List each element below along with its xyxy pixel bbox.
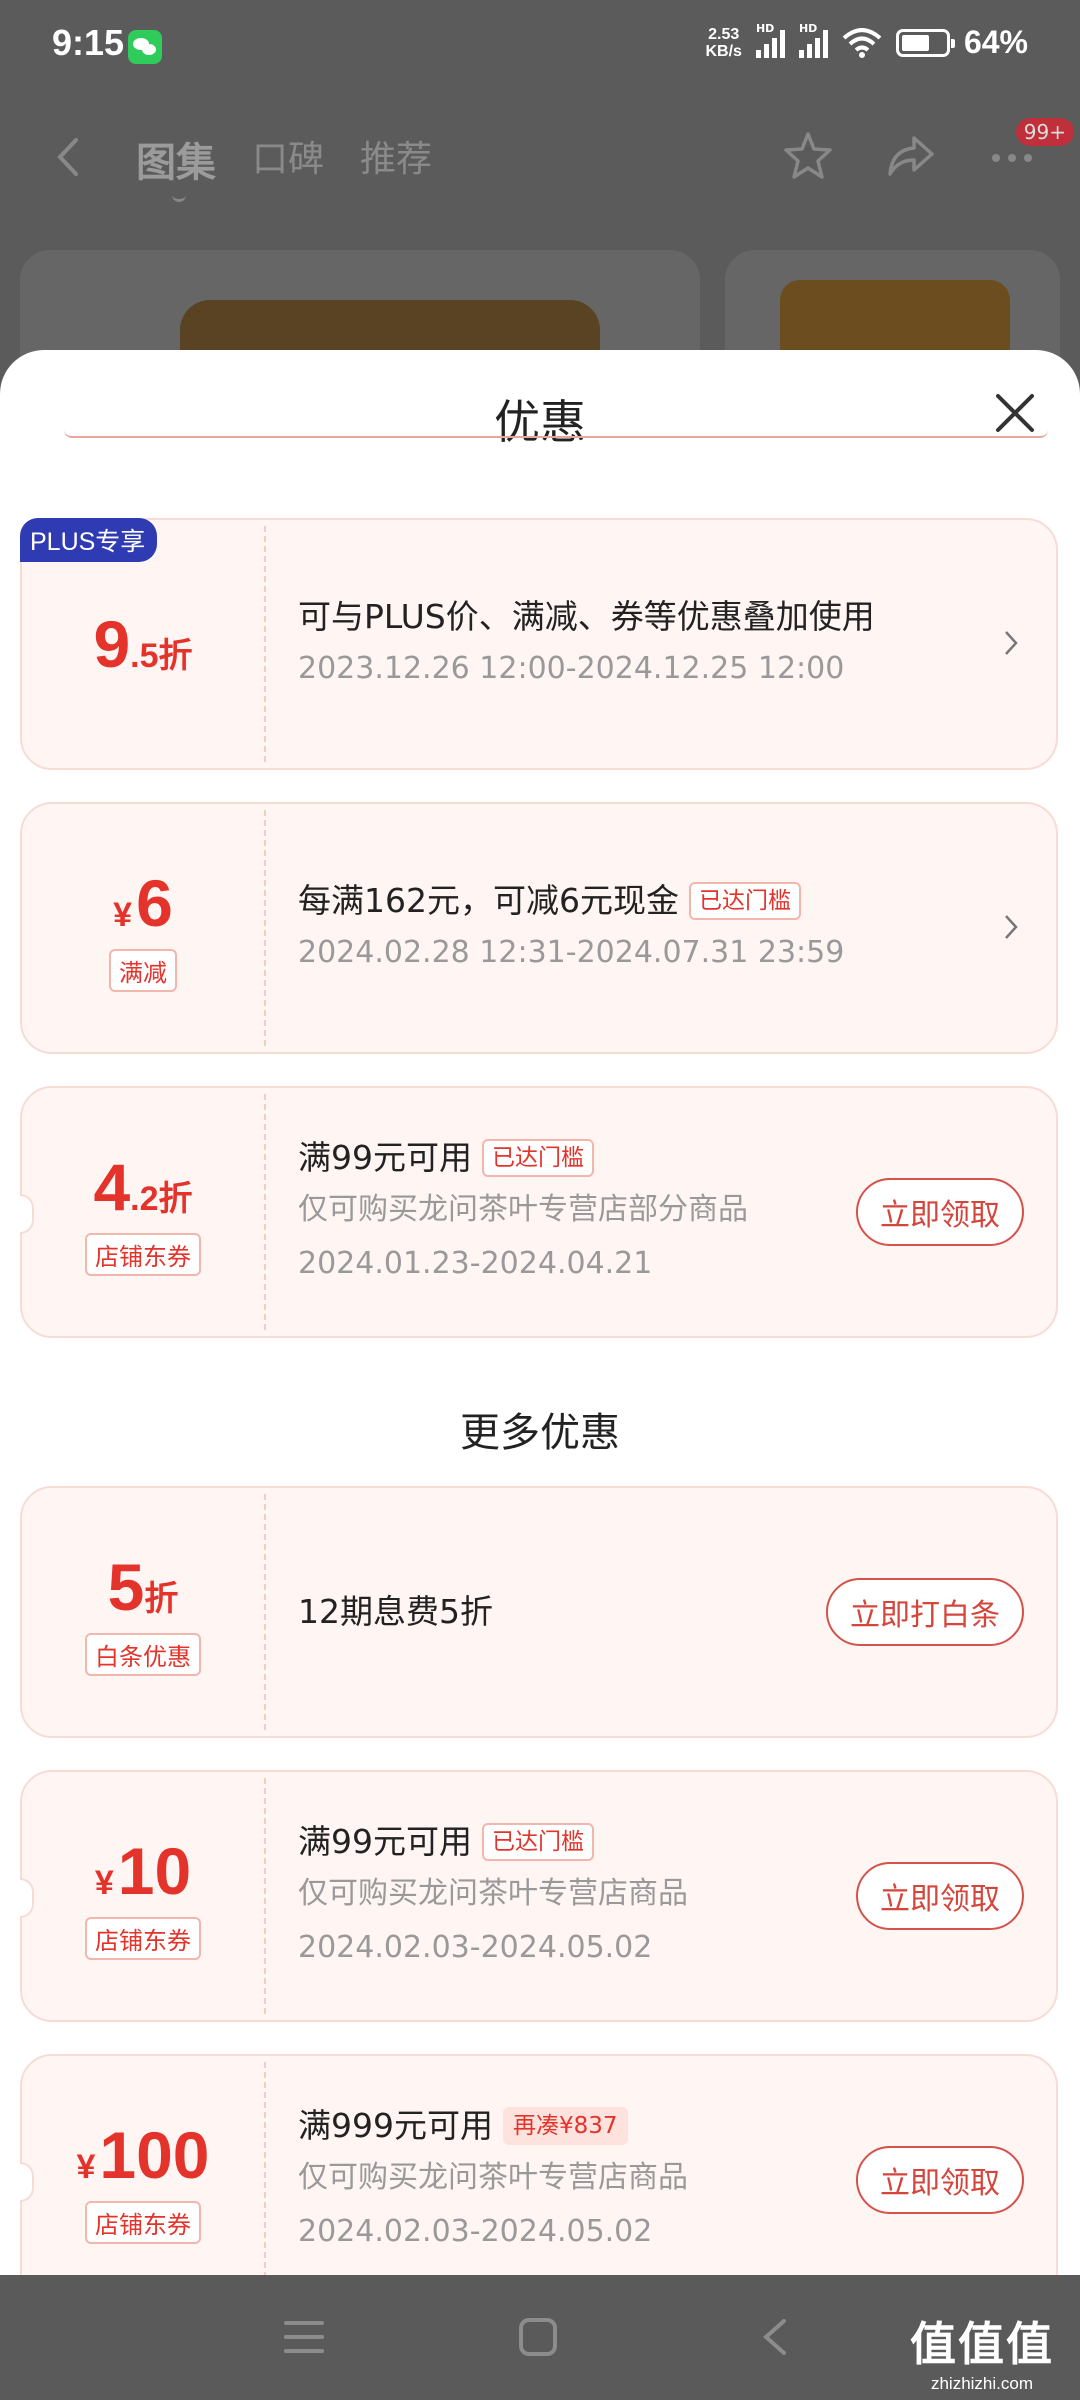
offer-type-tag: 白条优惠 bbox=[85, 1632, 201, 1676]
offer-desc: 仅可购买龙问茶叶专营店部分商品 bbox=[298, 1192, 748, 1227]
offer-value-big: 5 bbox=[107, 1549, 145, 1624]
offer-content: 12期息费5折 bbox=[298, 1488, 816, 1736]
net-speed-value: 2.53 bbox=[708, 25, 740, 43]
status-badge: 已达门槛 bbox=[688, 882, 801, 920]
home-icon[interactable] bbox=[518, 2317, 558, 2357]
currency-symbol: ¥ bbox=[76, 2147, 96, 2186]
offer-type-tag: 店铺东券 bbox=[85, 1916, 201, 1960]
offer-value: 9 .5折 bbox=[22, 520, 264, 768]
offer-content: 可与PLUS价、满减、券等优惠叠加使用 2023.12.26 12:00-202… bbox=[298, 520, 936, 768]
offer-type-tag: 店铺东券 bbox=[85, 2200, 201, 2244]
wifi-icon bbox=[842, 27, 882, 58]
offer-date: 2024.01.23-2024.04.21 bbox=[298, 1246, 653, 1281]
battery-percent: 64% bbox=[963, 24, 1028, 60]
tab-gallery[interactable]: 图集 bbox=[136, 130, 216, 202]
offer-date: 2023.12.26 12:00-2024.12.25 12:00 bbox=[298, 651, 845, 686]
offer-value-small: .2折 bbox=[130, 1179, 193, 1218]
offer-value-big: 6 bbox=[136, 865, 173, 940]
offer-value-small: .5折 bbox=[130, 637, 193, 675]
discount-sheet: 优惠 PLUS专享 9 .5折 可与PLUS价、满减、券等优惠叠加使用 2023… bbox=[0, 350, 1080, 2275]
net-speed: 2.53 KB/s bbox=[706, 26, 742, 60]
tab-recommend[interactable]: 推荐 bbox=[360, 130, 432, 188]
scroll-edge bbox=[64, 430, 1048, 438]
offer-desc: 仅可购买龙问茶叶专营店商品 bbox=[298, 2160, 688, 2195]
status-badge: 再凑¥837 bbox=[503, 2107, 628, 2145]
sheet-title: 优惠 bbox=[494, 395, 586, 449]
signal-icon: HD bbox=[755, 22, 785, 58]
currency-symbol: ¥ bbox=[113, 895, 133, 934]
more-badge: 99+ bbox=[1015, 118, 1074, 146]
net-speed-unit: KB/s bbox=[705, 42, 742, 60]
offer-value-big: 4 bbox=[93, 1149, 131, 1224]
offer-value: 4 .2折 店铺东券 bbox=[22, 1088, 264, 1336]
offer-value-big: 9 bbox=[93, 607, 131, 681]
back-icon[interactable] bbox=[48, 132, 88, 182]
status-badge: 已达门槛 bbox=[482, 1823, 594, 1861]
offer-value: ¥ 100 店铺东券 bbox=[22, 2056, 264, 2275]
offer-value: ¥ 6 满减 bbox=[22, 804, 264, 1052]
claim-button[interactable]: 立即领取 bbox=[856, 1178, 1024, 1246]
offer-content: 满99元可用 已达门槛 仅可购买龙问茶叶专营店部分商品 2024.01.23-2… bbox=[298, 1088, 856, 1336]
more-offers-title: 更多优惠 bbox=[460, 1410, 620, 1456]
offer-card-coupon-100[interactable]: ¥ 100 店铺东券 满999元可用 再凑¥837 仅可购买龙问茶叶专营店商品 … bbox=[20, 2054, 1058, 2275]
back-nav-icon[interactable] bbox=[760, 2317, 790, 2357]
offer-content: 满999元可用 再凑¥837 仅可购买龙问茶叶专营店商品 2024.02.03-… bbox=[298, 2056, 856, 2275]
app-header: 图集 口碑 推荐 99+ bbox=[0, 110, 1080, 210]
signal-hd-label: HD bbox=[755, 21, 775, 35]
currency-symbol: ¥ bbox=[94, 1863, 114, 1902]
header-tabs: 图集 口碑 推荐 bbox=[136, 130, 432, 202]
offer-text: 满99元可用 bbox=[298, 1138, 472, 1177]
offer-value-small: 折 bbox=[144, 1579, 179, 1618]
offer-value-big: 10 bbox=[117, 1833, 192, 1908]
wechat-icon bbox=[128, 30, 162, 64]
signal-hd-label-2: HD bbox=[798, 21, 818, 35]
offer-text: 可与PLUS价、满减、券等优惠叠加使用 bbox=[298, 597, 875, 636]
offer-desc: 仅可购买龙问茶叶专营店商品 bbox=[298, 1876, 688, 1911]
watermark-logo: 值值值 zhizhizhi.com bbox=[910, 2308, 1054, 2394]
offer-card-coupon-10[interactable]: ¥ 10 店铺东券 满99元可用 已达门槛 仅可购买龙问茶叶专营店商品 2024… bbox=[20, 1770, 1058, 2022]
header-actions bbox=[780, 128, 1040, 184]
offer-content: 每满162元，可减6元现金 已达门槛 2024.02.28 12:31-2024… bbox=[298, 804, 936, 1052]
offer-date: 2024.02.03-2024.05.02 bbox=[298, 2214, 653, 2249]
watermark-url: zhizhizhi.com bbox=[930, 2374, 1034, 2393]
offer-type-tag: 满减 bbox=[109, 948, 177, 992]
menu-icon[interactable] bbox=[282, 2317, 326, 2357]
status-badge: 已达门槛 bbox=[482, 1139, 594, 1177]
status-time: 9:15 bbox=[52, 22, 125, 63]
offer-card-baitiao[interactable]: 5 折 白条优惠 12期息费5折 立即打白条 bbox=[20, 1486, 1058, 1738]
claim-button[interactable]: 立即领取 bbox=[856, 2146, 1024, 2214]
chevron-right-icon[interactable] bbox=[1004, 630, 1018, 656]
offer-text: 每满162元，可减6元现金 bbox=[298, 881, 679, 920]
offer-card-plus[interactable]: PLUS专享 9 .5折 可与PLUS价、满减、券等优惠叠加使用 2023.12… bbox=[20, 518, 1058, 770]
offer-date: 2024.02.28 12:31-2024.07.31 23:59 bbox=[298, 935, 845, 970]
share-icon[interactable] bbox=[882, 128, 938, 184]
offer-text: 12期息费5折 bbox=[298, 1592, 493, 1631]
offer-value-big: 100 bbox=[99, 2117, 210, 2192]
offer-card-store-coupon[interactable]: 4 .2折 店铺东券 满99元可用 已达门槛 仅可购买龙问茶叶专营店部分商品 2… bbox=[20, 1086, 1058, 1338]
offer-text: 满99元可用 bbox=[298, 1822, 472, 1861]
baitiao-button[interactable]: 立即打白条 bbox=[826, 1578, 1024, 1646]
status-icons: 2.53 KB/s HD HD 64% bbox=[706, 22, 1029, 61]
claim-button[interactable]: 立即领取 bbox=[856, 1862, 1024, 1930]
offer-value: 5 折 白条优惠 bbox=[22, 1488, 264, 1736]
offer-content: 满99元可用 已达门槛 仅可购买龙问茶叶专营店商品 2024.02.03-202… bbox=[298, 1772, 856, 2020]
offer-card-full-reduction[interactable]: ¥ 6 满减 每满162元，可减6元现金 已达门槛 2024.02.28 12:… bbox=[20, 802, 1058, 1054]
chevron-right-icon[interactable] bbox=[1004, 914, 1018, 940]
offer-type-tag: 店铺东券 bbox=[85, 1232, 201, 1276]
tab-reviews[interactable]: 口碑 bbox=[252, 130, 324, 188]
battery-icon bbox=[895, 28, 955, 57]
signal-icon-2: HD bbox=[798, 22, 828, 58]
star-icon[interactable] bbox=[780, 128, 836, 184]
offer-value: ¥ 10 店铺东券 bbox=[22, 1772, 264, 2020]
offer-date: 2024.02.03-2024.05.02 bbox=[298, 1930, 653, 1965]
watermark-title: 值值值 bbox=[910, 2318, 1054, 2370]
status-bar: 9:15 2.53 KB/s HD HD 64% bbox=[0, 0, 1080, 90]
offer-text: 满999元可用 bbox=[298, 2106, 493, 2145]
